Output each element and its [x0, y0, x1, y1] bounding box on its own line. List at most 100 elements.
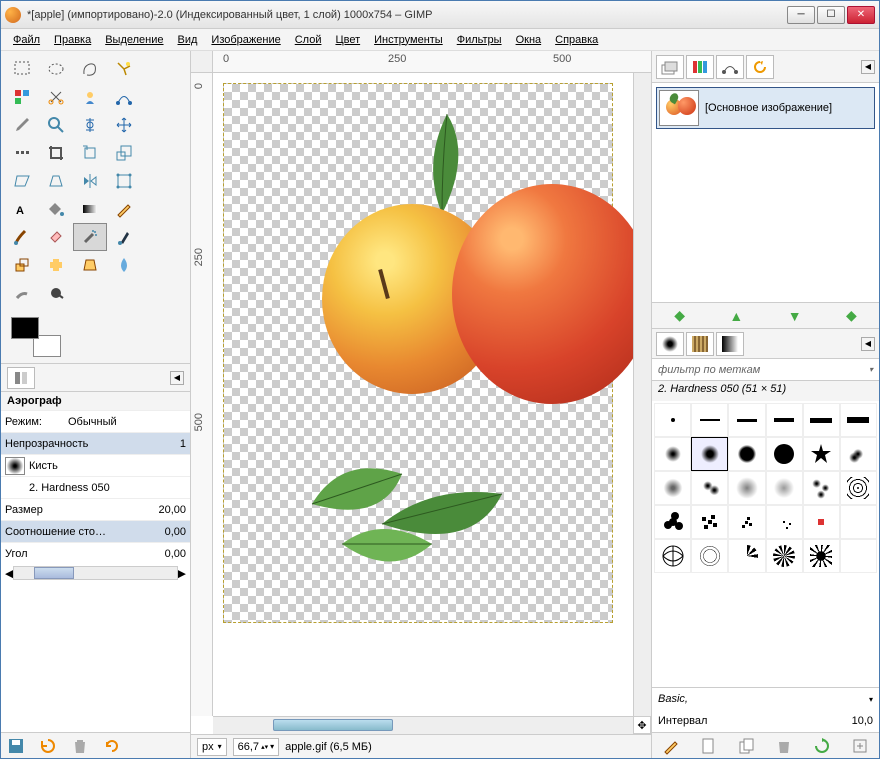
tool-eraser[interactable]: [39, 223, 73, 251]
brush-preset-row[interactable]: Basic, ▾: [652, 688, 879, 710]
tool-text[interactable]: A: [5, 195, 39, 223]
ruler-corner[interactable]: [191, 51, 213, 73]
tool-paths[interactable]: [107, 83, 141, 111]
brush-cell[interactable]: [691, 539, 728, 573]
tool-foreground-select[interactable]: [73, 83, 107, 111]
menu-layer[interactable]: Слой: [289, 32, 328, 48]
tool-airbrush[interactable]: [73, 223, 107, 251]
brush-cell[interactable]: [766, 539, 803, 573]
brush-cell[interactable]: [728, 437, 765, 471]
tool-smudge[interactable]: [5, 279, 39, 307]
brush-cell[interactable]: [803, 437, 840, 471]
menu-filters[interactable]: Фильтры: [451, 32, 508, 48]
tool-flip[interactable]: [73, 167, 107, 195]
brush-cell[interactable]: [840, 539, 877, 573]
minimize-button[interactable]: ─: [787, 6, 815, 24]
zoom-selector[interactable]: 66,7▴▾▾: [233, 738, 279, 756]
mode-value[interactable]: Обычный: [68, 416, 186, 428]
brush-cell[interactable]: [840, 471, 877, 505]
brush-cell-selected[interactable]: [691, 437, 728, 471]
brush-interval-row[interactable]: Интервал 10,0: [652, 710, 879, 732]
brush-cell[interactable]: [840, 437, 877, 471]
tool-fuzzy-select[interactable]: [107, 55, 141, 83]
brush-filter-row[interactable]: фильтр по меткам ▾: [652, 359, 879, 381]
tool-measure[interactable]: [73, 111, 107, 139]
tab-channels[interactable]: [686, 55, 714, 79]
tool-cage[interactable]: [107, 167, 141, 195]
menu-tools[interactable]: Инструменты: [368, 32, 449, 48]
layer-next-icon[interactable]: ◆: [846, 307, 857, 324]
tool-rect-select[interactable]: [5, 55, 39, 83]
layer-down-icon[interactable]: ▼: [788, 308, 802, 324]
new-brush-icon[interactable]: [700, 737, 718, 755]
tool-blur[interactable]: [107, 251, 141, 279]
angle-row[interactable]: Угол 0,00: [1, 542, 190, 564]
brush-cell[interactable]: [654, 505, 691, 539]
ratio-row[interactable]: Соотношение сто… 0,00: [1, 520, 190, 542]
menu-windows[interactable]: Окна: [510, 32, 548, 48]
tab-layers[interactable]: [656, 55, 684, 79]
tool-bucket-fill[interactable]: [39, 195, 73, 223]
tool-blend[interactable]: [73, 195, 107, 223]
brush-cell[interactable]: [766, 505, 803, 539]
duplicate-brush-icon[interactable]: [738, 737, 756, 755]
tool-ink[interactable]: [107, 223, 141, 251]
brush-cell[interactable]: [728, 505, 765, 539]
brush-cell[interactable]: [840, 505, 877, 539]
size-row[interactable]: Размер 20,00: [1, 498, 190, 520]
layer-prev-icon[interactable]: ◆: [674, 307, 685, 324]
tool-free-select[interactable]: [73, 55, 107, 83]
delete-brush-icon[interactable]: [775, 737, 793, 755]
tool-scale[interactable]: [107, 139, 141, 167]
tool-perspective-clone[interactable]: [73, 251, 107, 279]
tool-paintbrush[interactable]: [5, 223, 39, 251]
collapse-right-icon[interactable]: ◀: [861, 60, 875, 74]
horizontal-ruler[interactable]: 0 250 500: [213, 51, 651, 73]
restore-preset-icon[interactable]: [39, 737, 57, 755]
tool-move[interactable]: [107, 111, 141, 139]
vertical-scrollbar[interactable]: [633, 73, 651, 716]
tool-rotate[interactable]: [73, 139, 107, 167]
layer-item-base[interactable]: [Основное изображение]: [656, 87, 875, 129]
menu-file[interactable]: Файл: [7, 32, 46, 48]
brush-cell[interactable]: [766, 471, 803, 505]
menu-view[interactable]: Вид: [172, 32, 204, 48]
menu-image[interactable]: Изображение: [205, 32, 286, 48]
brush-cell[interactable]: [766, 437, 803, 471]
opacity-row[interactable]: Непрозрачность 1: [1, 432, 190, 454]
brush-cell[interactable]: [728, 471, 765, 505]
canvas-viewport[interactable]: [213, 73, 633, 716]
brush-cell[interactable]: [654, 403, 691, 437]
collapse-brushes-icon[interactable]: ◀: [861, 337, 875, 351]
brush-cell[interactable]: [654, 471, 691, 505]
tool-dodge[interactable]: [39, 279, 73, 307]
canvas-image[interactable]: [223, 83, 613, 623]
unit-selector[interactable]: px▾: [197, 738, 227, 756]
maximize-button[interactable]: ☐: [817, 6, 845, 24]
brush-cell[interactable]: [654, 539, 691, 573]
tab-tool-options[interactable]: [7, 367, 35, 389]
brush-cell[interactable]: [840, 403, 877, 437]
menu-select[interactable]: Выделение: [99, 32, 169, 48]
tool-scissors[interactable]: [39, 83, 73, 111]
tab-paths[interactable]: [716, 55, 744, 79]
tool-align[interactable]: [5, 139, 39, 167]
tab-gradients[interactable]: [716, 332, 744, 356]
horizontal-scrollbar[interactable]: [213, 716, 633, 734]
tool-color-picker[interactable]: [5, 111, 39, 139]
brush-cell[interactable]: [803, 471, 840, 505]
brush-cell[interactable]: [691, 403, 728, 437]
brush-cell[interactable]: [803, 505, 840, 539]
open-brush-icon[interactable]: [851, 737, 869, 755]
brush-row[interactable]: Кисть: [1, 454, 190, 476]
vertical-ruler[interactable]: 0 250 500: [191, 73, 213, 716]
brush-cell[interactable]: [728, 403, 765, 437]
delete-preset-icon[interactable]: [71, 737, 89, 755]
navigation-icon[interactable]: ✥: [633, 716, 651, 734]
foreground-color-swatch[interactable]: [11, 317, 39, 339]
tool-zoom[interactable]: [39, 111, 73, 139]
brush-cell[interactable]: [654, 437, 691, 471]
save-preset-icon[interactable]: [7, 737, 25, 755]
tab-patterns[interactable]: [686, 332, 714, 356]
menu-edit[interactable]: Правка: [48, 32, 97, 48]
